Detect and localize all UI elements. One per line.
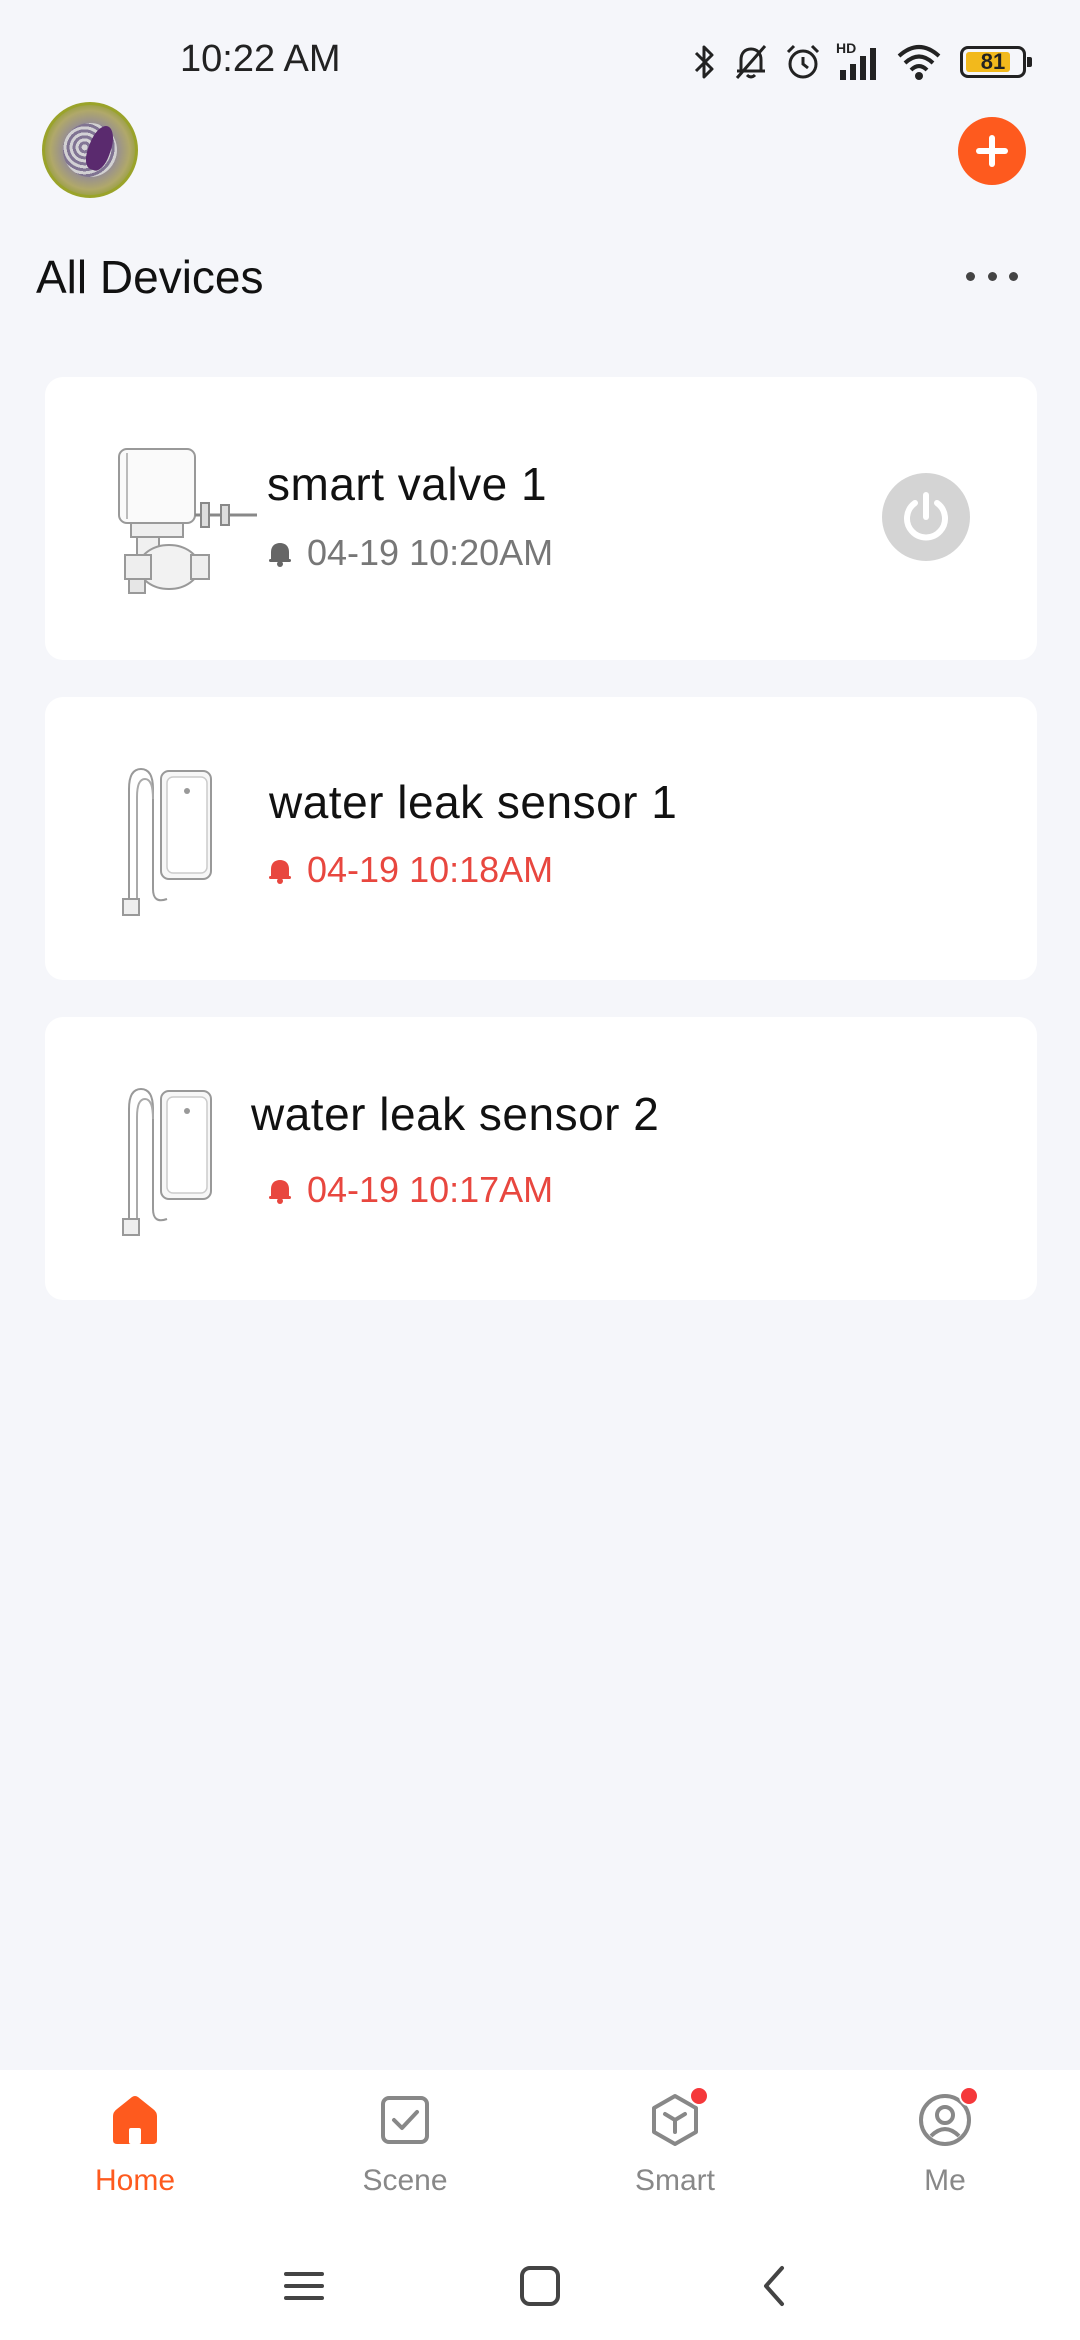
device-name: smart valve 1 <box>267 458 548 510</box>
water-leak-sensor-image <box>122 767 212 916</box>
notification-badge <box>959 2086 979 2106</box>
home-icon <box>105 2090 165 2150</box>
more-dot <box>966 271 975 281</box>
alarm-icon <box>786 44 820 79</box>
status-icons: HD 81 <box>690 38 1032 86</box>
tab-label: Me <box>924 2164 966 2197</box>
page-title: All Devices <box>36 251 264 303</box>
device-card-water-leak-sensor-2[interactable]: water leak sensor 2 04-19 10:17AM <box>45 1017 1037 1300</box>
device-card-smart-valve-1[interactable]: smart valve 1 04-19 10:20AM <box>45 377 1037 660</box>
home-screen: 10:22 AM HD 81 All Devices smart valve 1… <box>0 0 1080 2340</box>
battery-cap <box>1027 57 1032 67</box>
avatar[interactable] <box>42 102 138 198</box>
battery-icon: 81 <box>960 46 1032 78</box>
device-card-water-leak-sensor-1[interactable]: water leak sensor 1 04-19 10:18AM <box>45 697 1037 980</box>
tab-label: Smart <box>634 2164 715 2197</box>
mute-bell-icon <box>735 45 767 79</box>
device-last-event-time: 04-19 10:20AM <box>307 532 554 573</box>
more-dot <box>1009 271 1018 281</box>
power-icon <box>904 492 948 541</box>
notification-badge <box>689 2086 709 2106</box>
smart-cube-icon <box>645 2086 709 2150</box>
system-nav-bar <box>0 2230 1080 2340</box>
tab-smart[interactable]: Smart <box>540 2070 810 2230</box>
home-square-icon[interactable] <box>512 2258 568 2314</box>
device-list: smart valve 1 04-19 10:20AM water leak s… <box>45 377 1037 1337</box>
bell-alert-icon <box>269 860 291 884</box>
wifi-icon <box>897 45 941 80</box>
tab-scene[interactable]: Scene <box>270 2070 540 2230</box>
bluetooth-icon <box>694 45 714 79</box>
bell-icon <box>269 543 291 567</box>
smart-valve-image <box>118 448 257 594</box>
scene-check-icon <box>375 2090 435 2150</box>
status-bar: 10:22 AM HD 81 <box>0 0 1080 110</box>
more-options-button[interactable] <box>960 256 1024 296</box>
device-last-event-time: 04-19 10:17AM <box>307 1169 554 1210</box>
signal-icon <box>840 48 876 80</box>
power-button[interactable] <box>882 473 970 561</box>
signal-indicator: HD <box>836 40 882 82</box>
battery-level: 81 <box>980 49 1006 74</box>
device-status: 04-19 10:17AM <box>267 1169 553 1211</box>
tab-label: Home <box>94 2164 176 2197</box>
add-device-button[interactable] <box>958 117 1026 185</box>
bottom-tab-bar: Home Scene Smart Me <box>0 2070 1080 2230</box>
menu-icon[interactable] <box>276 2258 332 2314</box>
back-icon[interactable] <box>748 2258 804 2314</box>
tab-me[interactable]: Me <box>810 2070 1080 2230</box>
profile-icon <box>915 2086 979 2150</box>
device-status: 04-19 10:18AM <box>267 849 553 891</box>
device-name: water leak sensor 2 <box>251 1088 660 1140</box>
device-status: 04-19 10:20AM <box>267 532 553 574</box>
device-last-event-time: 04-19 10:18AM <box>307 849 554 890</box>
device-name: water leak sensor 1 <box>269 776 678 828</box>
tab-label: Scene <box>362 2164 448 2197</box>
status-time: 10:22 AM <box>180 38 341 80</box>
tab-home[interactable]: Home <box>0 2070 270 2230</box>
more-dot <box>987 271 997 281</box>
bell-alert-icon <box>269 1180 291 1204</box>
